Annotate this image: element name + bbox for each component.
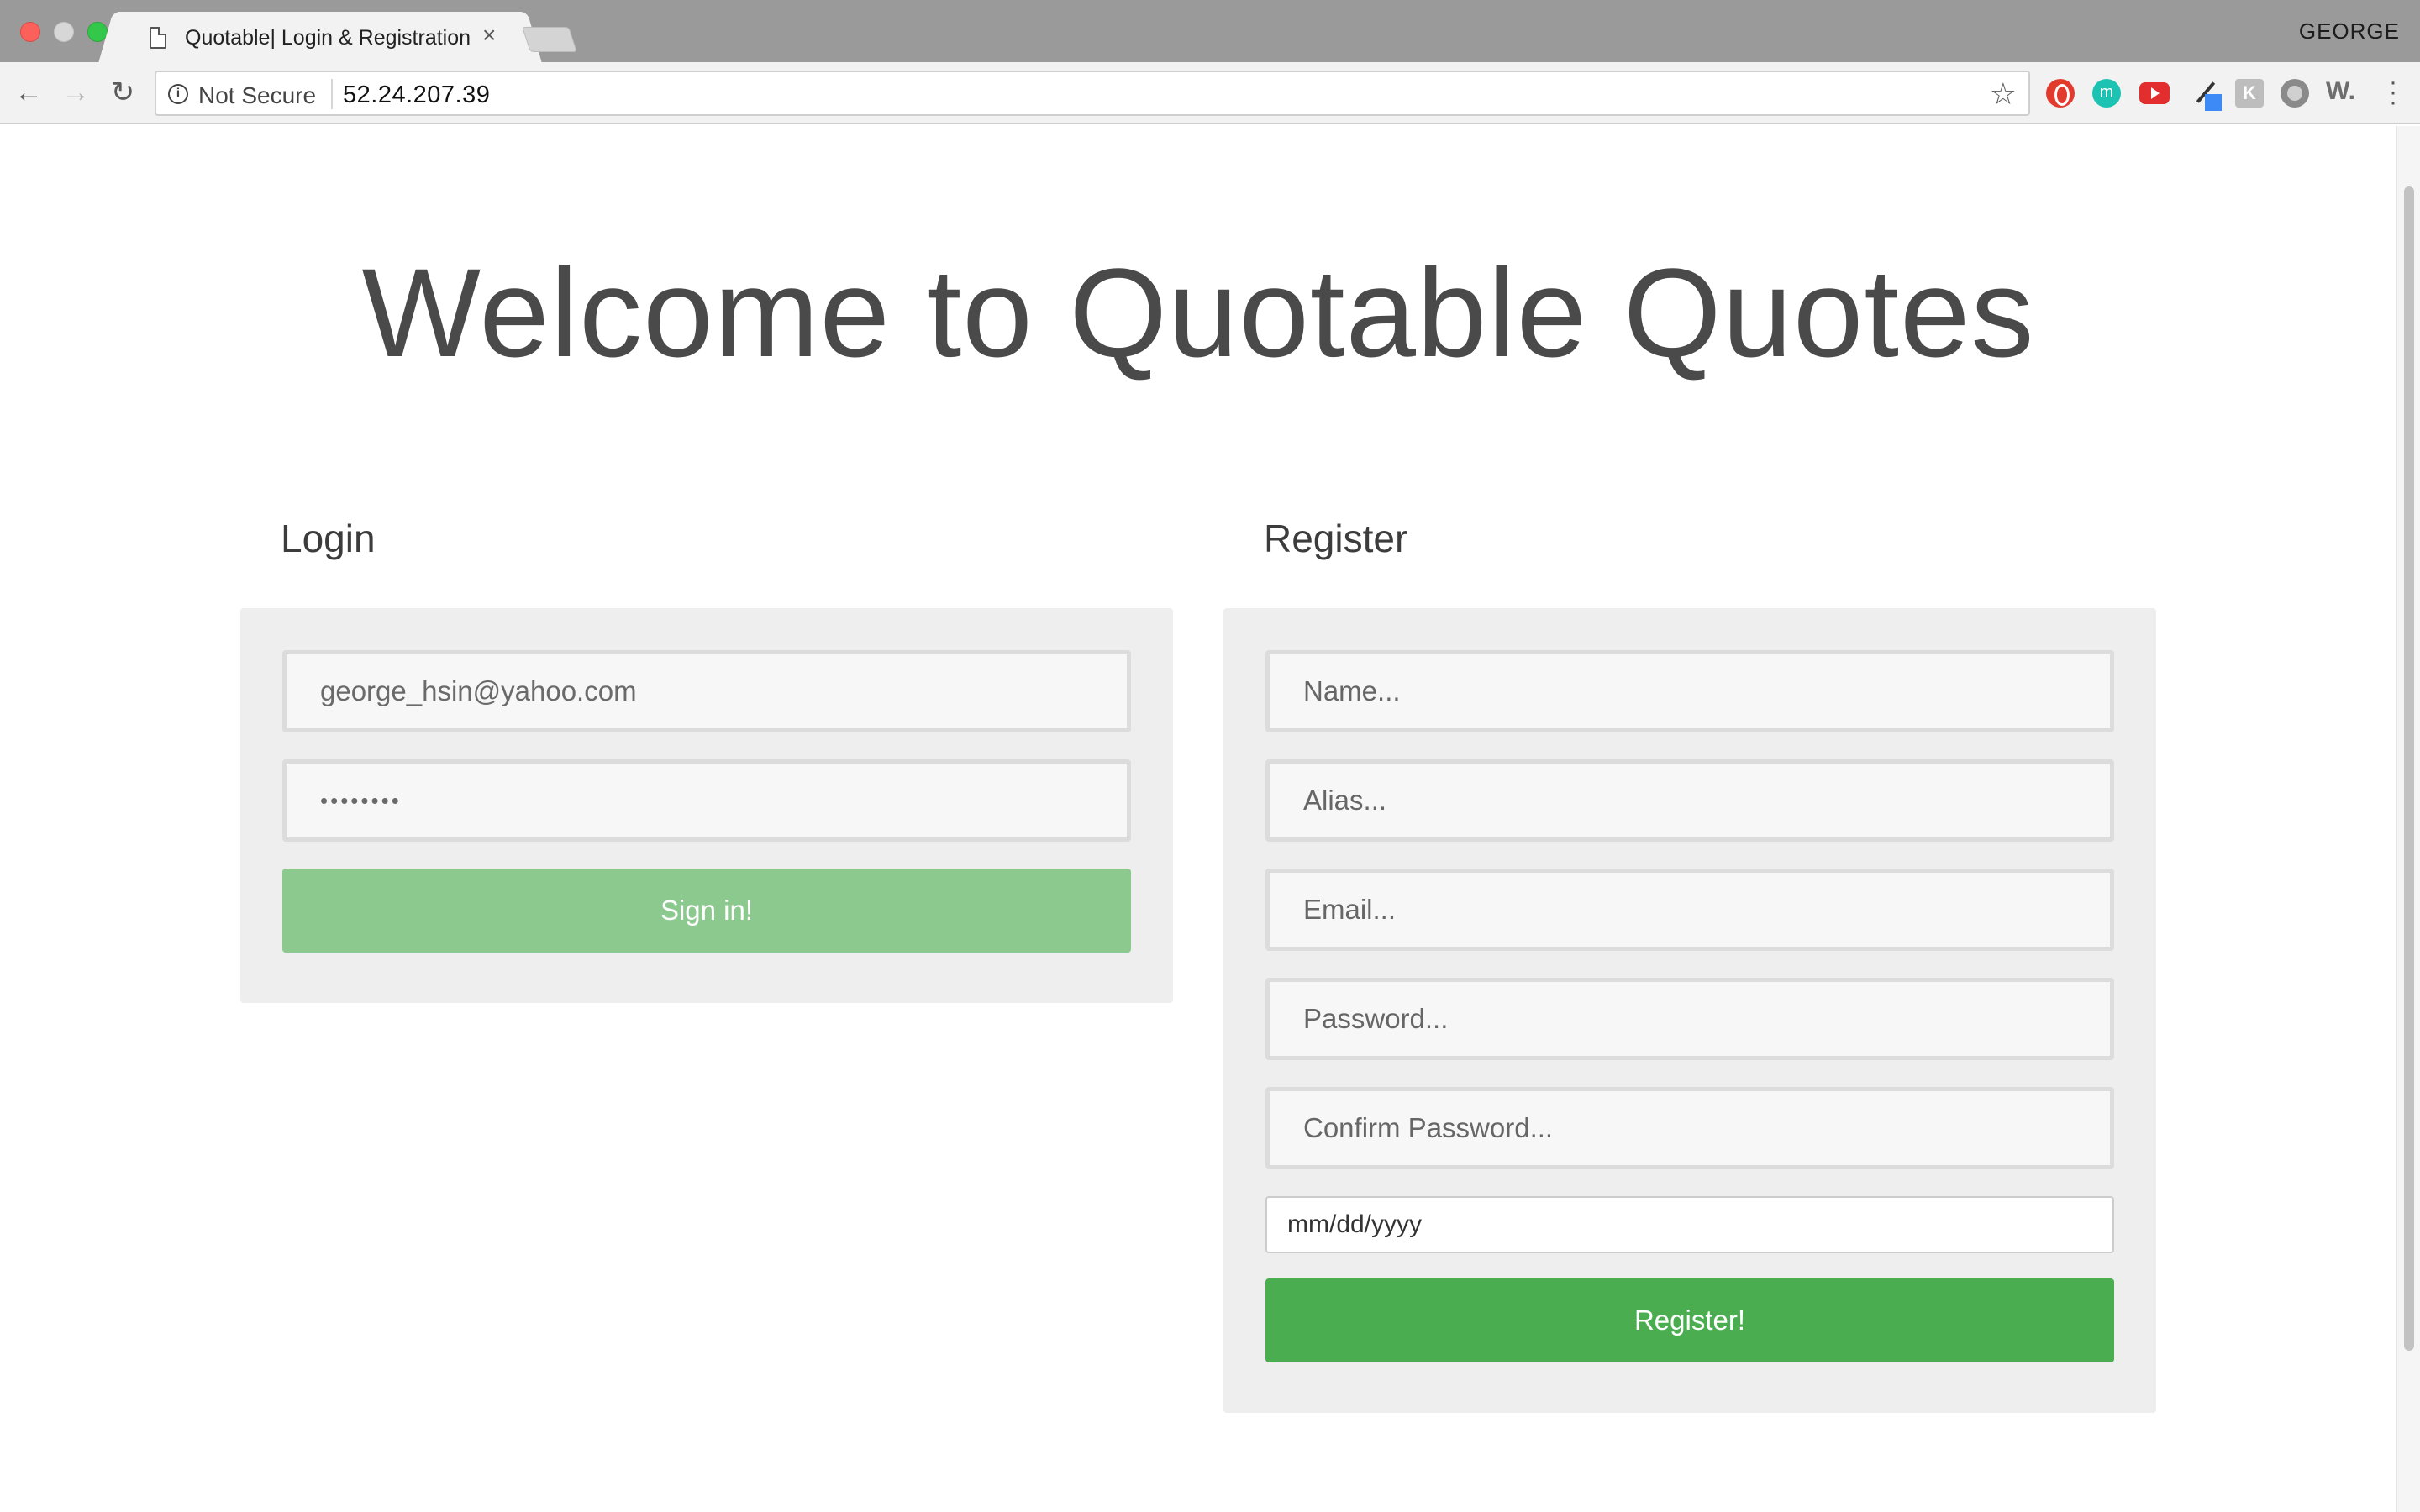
- register-name-input[interactable]: Name...: [1265, 650, 2114, 732]
- reload-icon[interactable]: ↻: [106, 76, 139, 109]
- url-text[interactable]: 52.24.207.39: [343, 81, 490, 109]
- address-separator: [331, 79, 333, 109]
- opera-icon[interactable]: [2046, 79, 2075, 108]
- login-email-input[interactable]: george_hsin@yahoo.com: [282, 650, 1131, 732]
- info-icon[interactable]: i: [168, 84, 188, 104]
- register-panel: Name... Alias... Email... Password... Co…: [1223, 608, 2156, 1413]
- back-arrow-icon[interactable]: ←: [12, 76, 45, 109]
- page-scrollbar[interactable]: [2396, 126, 2420, 1512]
- sign-in-button[interactable]: Sign in!: [282, 869, 1131, 953]
- profile-name[interactable]: GEORGE: [2299, 18, 2400, 45]
- login-password-input[interactable]: ••••••••: [282, 759, 1131, 842]
- scrollbar-thumb[interactable]: [2404, 186, 2414, 1351]
- login-panel: george_hsin@yahoo.com •••••••• Sign in!: [240, 608, 1173, 1003]
- cookie-icon[interactable]: [2281, 79, 2309, 108]
- browser-toolbar: ← → ↻ i Not Secure 52.24.207.39 ☆ m K W.…: [0, 62, 2420, 124]
- register-password-input[interactable]: Password...: [1265, 978, 2114, 1060]
- new-tab-button[interactable]: [522, 27, 577, 52]
- address-bar[interactable]: i Not Secure 52.24.207.39 ☆: [155, 71, 2030, 116]
- minimize-window-button[interactable]: [54, 22, 74, 42]
- register-alias-input[interactable]: Alias...: [1265, 759, 2114, 842]
- m-icon[interactable]: m: [2092, 79, 2121, 108]
- youtube-icon[interactable]: [2139, 82, 2170, 104]
- register-email-input[interactable]: Email...: [1265, 869, 2114, 951]
- register-birthdate-input[interactable]: mm/dd/yyyy: [1265, 1196, 2114, 1253]
- w-icon[interactable]: W.: [2326, 79, 2355, 108]
- forward-arrow-icon[interactable]: →: [59, 76, 92, 109]
- register-heading: Register: [1264, 517, 1408, 560]
- tab-close-icon[interactable]: ×: [482, 22, 496, 48]
- page-icon: [150, 27, 166, 49]
- browser-menu-icon[interactable]: · · ·: [2385, 70, 2402, 115]
- security-label[interactable]: Not Secure: [198, 82, 316, 109]
- login-heading: Login: [281, 517, 376, 560]
- close-window-button[interactable]: [20, 22, 40, 42]
- register-confirm-password-input[interactable]: Confirm Password...: [1265, 1087, 2114, 1169]
- register-button[interactable]: Register!: [1265, 1278, 2114, 1362]
- k-icon[interactable]: K: [2235, 79, 2264, 108]
- page-title: Welcome to Quotable Quotes: [361, 242, 2035, 383]
- bookmark-star-icon[interactable]: ☆: [1990, 77, 2017, 111]
- browser-tab-active[interactable]: Quotable| Login & Registration ×: [118, 12, 523, 62]
- tab-title: Quotable| Login & Registration: [185, 26, 471, 50]
- eyedropper-icon[interactable]: [2190, 79, 2222, 111]
- browser-tabstrip: Quotable| Login & Registration × GEORGE: [0, 0, 2420, 62]
